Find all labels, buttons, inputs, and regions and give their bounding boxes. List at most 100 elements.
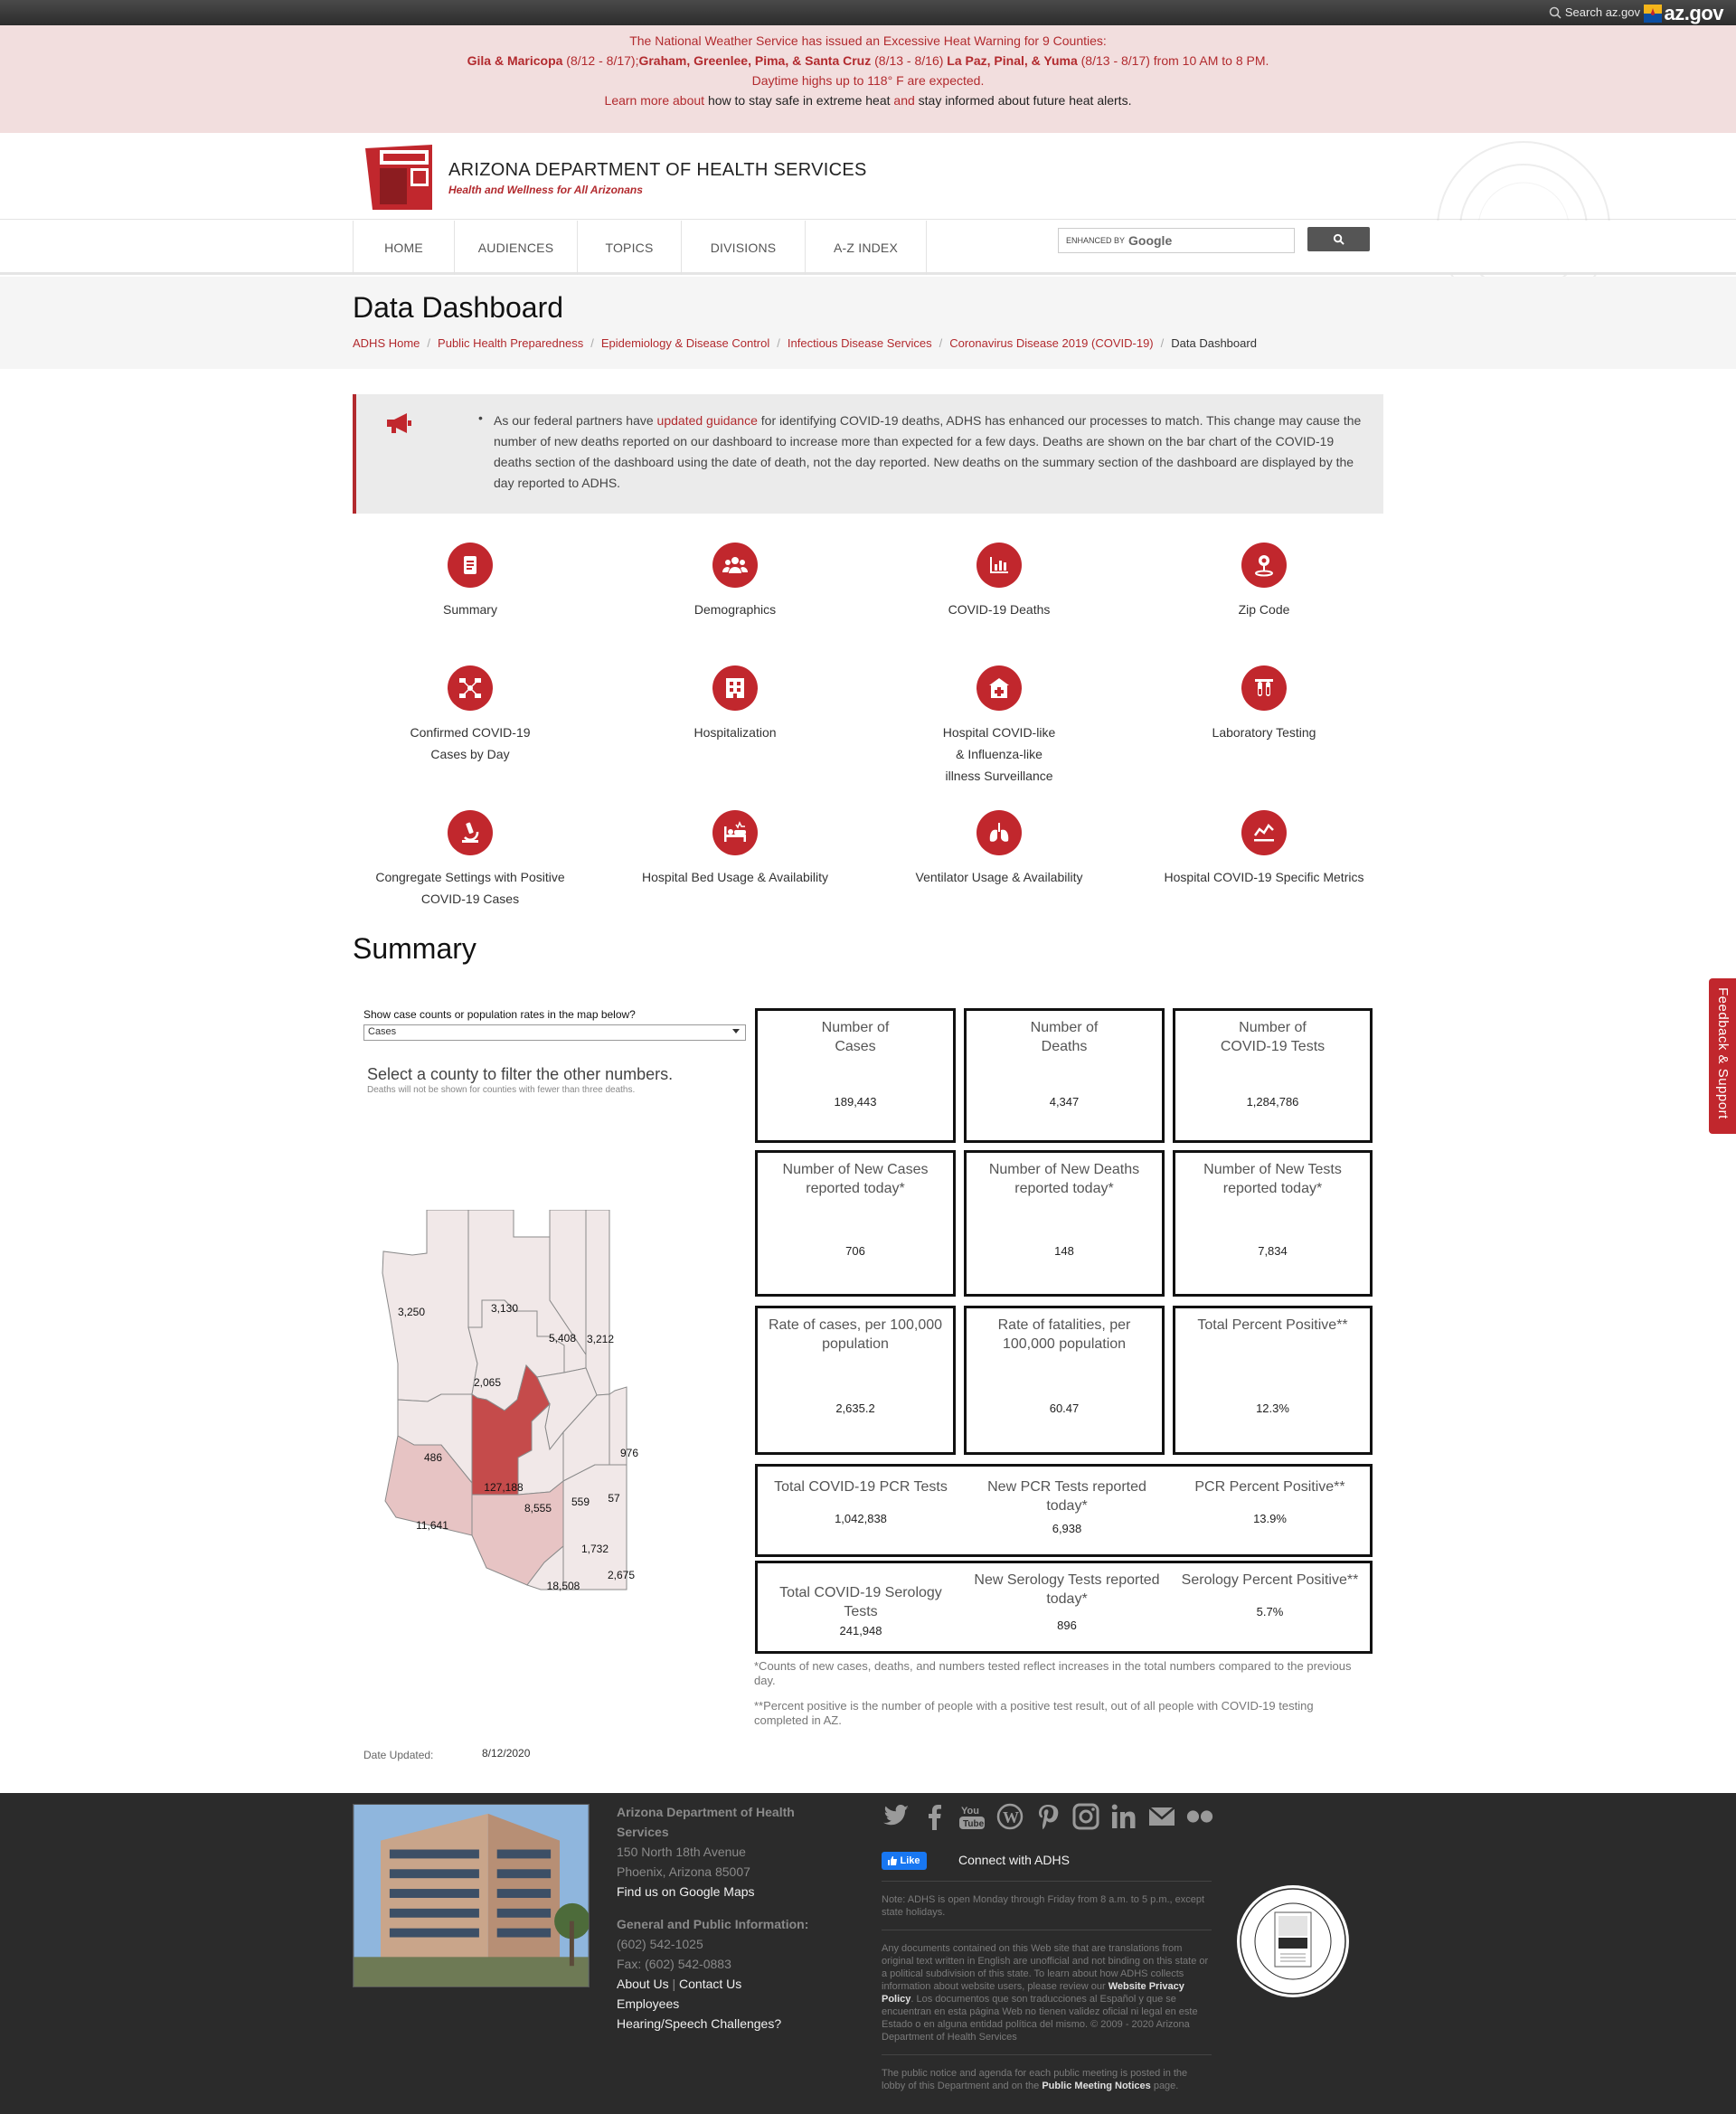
arizona-county-map[interactable]: 3,250 3,130 5,408 3,212 2,065 486 127,18… [378, 1210, 740, 1628]
dashboard-tile-ventilator-usage-availability[interactable]: Ventilator Usage & Availability [868, 810, 1130, 888]
org-name: ARIZONA DEPARTMENT OF HEALTH SERVICES [448, 160, 867, 180]
site-search-input[interactable]: ENHANCED BY Google [1058, 228, 1295, 253]
nav-item-home[interactable]: HOME [354, 221, 455, 275]
email-icon[interactable] [1147, 1802, 1176, 1831]
alert-and-link[interactable]: and [893, 93, 914, 108]
megaphone-icon [387, 413, 411, 433]
stat-serology-total[interactable]: Total COVID-19 Serology Tests 241,948 [758, 1583, 964, 1651]
people-icon[interactable] [712, 543, 758, 588]
stat-serology-percent[interactable]: Serology Percent Positive** 5.7% [1170, 1571, 1370, 1647]
date-updated-value: 8/12/2020 [482, 1747, 531, 1760]
stat-number-of-deaths[interactable]: Number of Deaths 4,347 [964, 1008, 1165, 1143]
pcr-tests-panel: Total COVID-19 PCR Tests 1,042,838 New P… [755, 1464, 1373, 1557]
stat-serology-new[interactable]: New Serology Tests reported today* 896 [964, 1571, 1170, 1647]
pinterest-icon[interactable] [1033, 1802, 1062, 1831]
lungs-icon[interactable] [976, 810, 1022, 855]
microscope-icon[interactable] [448, 810, 493, 855]
chevron-down-icon [732, 1029, 740, 1033]
facebook-like-button[interactable]: Like [882, 1852, 927, 1870]
adhs-logo[interactable] [365, 145, 438, 210]
dashboard-tile-zip-code[interactable]: Zip Code [1133, 543, 1395, 620]
az-gov-wordmark: az.gov [1664, 2, 1724, 24]
connect-with-adhs: Connect with ADHS [958, 1853, 1070, 1867]
public-meeting-notices-link[interactable]: Public Meeting Notices [1042, 2081, 1150, 2091]
stat-pcr-percent[interactable]: PCR Percent Positive** 13.9% [1170, 1477, 1370, 1554]
phab-accreditation-seal[interactable] [1235, 1882, 1351, 2001]
location-pin-icon[interactable] [1241, 543, 1287, 588]
breadcrumb-public-health-preparedness[interactable]: Public Health Preparedness [438, 336, 583, 350]
about-us-link[interactable]: About Us [617, 1977, 669, 1991]
document-icon[interactable] [448, 543, 493, 588]
contact-us-link[interactable]: Contact Us [679, 1977, 741, 1991]
instagram-icon[interactable] [1071, 1802, 1100, 1831]
stat-number-of-tests[interactable]: Number of COVID-19 Tests 1,284,786 [1173, 1008, 1373, 1143]
stat-value: 241,948 [839, 1624, 882, 1637]
learn-more-link[interactable]: Learn more about [605, 93, 705, 108]
nav-item-audiences[interactable]: AUDIENCES [455, 221, 578, 275]
stat-case-rate[interactable]: Rate of cases, per 100,000 population 2,… [755, 1306, 956, 1455]
alert-counties-1: Gila & Maricopa [467, 53, 563, 68]
site-search-button[interactable] [1307, 227, 1370, 251]
breadcrumb-adhs-home[interactable]: ADHS Home [353, 336, 420, 350]
nav-item-divisions[interactable]: DIVISIONS [682, 221, 806, 275]
stat-pcr-total[interactable]: Total COVID-19 PCR Tests 1,042,838 [758, 1477, 964, 1554]
network-icon[interactable] [448, 665, 493, 711]
bar-chart-icon[interactable] [976, 543, 1022, 588]
footer-city: Phoenix, Arizona 85007 [617, 1864, 750, 1879]
hearing-speech-link[interactable]: Hearing/Speech Challenges? [617, 2014, 825, 2034]
wordpress-icon[interactable]: W [995, 1802, 1024, 1831]
flickr-icon[interactable] [1185, 1802, 1214, 1831]
dashboard-tile-hospitalization[interactable]: Hospitalization [604, 665, 866, 743]
hospital-building-icon[interactable] [712, 665, 758, 711]
dashboard-tile-congregate-settings-with-positive-covid-19-cases[interactable]: Congregate Settings with Positive COVID-… [339, 810, 601, 910]
dashboard-tile-confirmed-covid-19-cases-by-day[interactable]: Confirmed COVID-19 Cases by Day [339, 665, 601, 765]
youtube-icon[interactable]: You Tube [958, 1802, 986, 1831]
dashboard-tile-hospital-covid-like-influenza-like-illness-surveillance[interactable]: Hospital COVID-like & Influenza-like ill… [868, 665, 1130, 787]
breadcrumb-separator: / [590, 336, 594, 350]
linkedin-icon[interactable] [1109, 1802, 1138, 1831]
updated-guidance-link[interactable]: updated guidance [657, 413, 758, 428]
employees-link[interactable]: Employees [617, 1994, 825, 2014]
search-az-gov-link[interactable]: Search az.gov [1549, 5, 1640, 19]
test-tubes-icon[interactable] [1241, 665, 1287, 711]
nav-item-topics[interactable]: TOPICS [578, 221, 682, 275]
county-mohave[interactable] [382, 1210, 478, 1402]
stat-new-deaths[interactable]: Number of New Deaths reported today* 148 [964, 1150, 1165, 1297]
alert-dates-1: (8/12 - 8/17); [562, 53, 639, 68]
map-filter-dropdown[interactable]: Cases [363, 1024, 746, 1041]
county-value: 3,250 [398, 1306, 425, 1318]
public-meeting-note: The public notice and agenda for each pu… [882, 2066, 1212, 2092]
county-value: 486 [424, 1451, 442, 1464]
google-maps-link[interactable]: Find us on Google Maps [617, 1882, 825, 1902]
breadcrumb-epidemiology[interactable]: Epidemiology & Disease Control [601, 336, 769, 350]
footer-divider [882, 2054, 1212, 2055]
county-apache[interactable] [585, 1210, 610, 1396]
dashboard-tile-laboratory-testing[interactable]: Laboratory Testing [1133, 665, 1395, 743]
dashboard-tile-covid-19-deaths[interactable]: COVID-19 Deaths [868, 543, 1130, 620]
stat-pcr-new[interactable]: New PCR Tests reported today* 6,938 [964, 1477, 1170, 1554]
clinic-icon[interactable] [976, 665, 1022, 711]
trend-chart-icon[interactable] [1241, 810, 1287, 855]
az-gov-logo[interactable]: az.gov [1643, 2, 1724, 25]
stat-new-tests[interactable]: Number of New Tests reported today* 7,83… [1173, 1150, 1373, 1297]
dashboard-tile-hospital-bed-usage-availability[interactable]: Hospital Bed Usage & Availability [604, 810, 866, 888]
stat-new-cases[interactable]: Number of New Cases reported today* 706 [755, 1150, 956, 1297]
feedback-support-tab[interactable]: Feedback & Support [1709, 978, 1736, 1134]
stat-number-of-cases[interactable]: Number of Cases 189,443 [755, 1008, 956, 1143]
dashboard-tile-summary[interactable]: Summary [339, 543, 601, 620]
hospital-bed-icon[interactable] [712, 810, 758, 855]
nav-item-a-z-index[interactable]: A-Z INDEX [806, 221, 927, 275]
footer-info-heading: General and Public Information: [617, 1917, 809, 1931]
breadcrumb-separator: / [939, 336, 943, 350]
facebook-icon[interactable] [920, 1802, 948, 1831]
dashboard-tile-demographics[interactable]: Demographics [604, 543, 866, 620]
stat-percent-positive[interactable]: Total Percent Positive** 12.3% [1173, 1306, 1373, 1455]
dashboard-tile-hospital-covid-19-specific-metrics[interactable]: Hospital COVID-19 Specific Metrics [1133, 810, 1395, 888]
stat-fatality-rate[interactable]: Rate of fatalities, per 100,000 populati… [964, 1306, 1165, 1455]
stat-title: Number of New Tests reported today* [1203, 1162, 1342, 1196]
footer-spacer [617, 1902, 825, 1914]
breadcrumb-infectious-disease[interactable]: Infectious Disease Services [788, 336, 932, 350]
twitter-icon[interactable] [882, 1802, 910, 1831]
alert-line-3: Daytime highs up to 118° F are expected. [751, 73, 985, 88]
breadcrumb-covid-19[interactable]: Coronavirus Disease 2019 (COVID-19) [949, 336, 1153, 350]
